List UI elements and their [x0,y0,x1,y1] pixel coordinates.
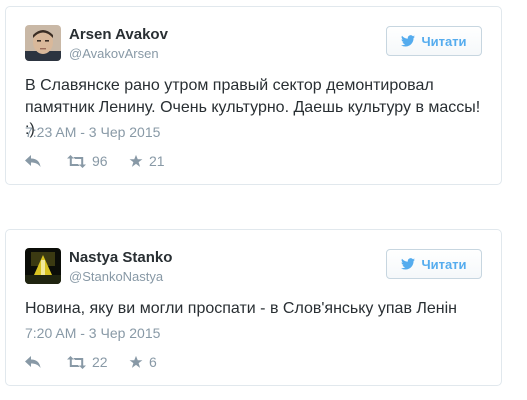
tweet-text: Новина, яку ви могли проспати - в Слов'я… [25,300,458,317]
author-name[interactable]: Nastya Stanko [69,249,172,266]
follow-button[interactable]: Читати [386,249,482,279]
retweet-icon [67,154,86,168]
twitter-bird-icon [401,35,416,47]
reply-arrow-icon [25,355,41,369]
twitter-bird-icon [401,258,416,270]
author-name[interactable]: Arsen Avakov [69,26,168,43]
avatar[interactable] [25,248,61,284]
reply-arrow-icon [25,154,41,168]
reply-button[interactable] [25,355,55,369]
tweet-card: Nastya Stanko @StankoNastya Читати Новин… [5,229,502,386]
follow-label: Читати [421,33,467,49]
tweet-actions: 96 21 [25,153,165,169]
retweet-count: 96 [92,153,108,169]
retweet-icon [67,355,86,369]
tweet-date[interactable]: 7:23 AM - 3 Чер 2015 [25,124,160,140]
tweet-actions: 22 6 [25,354,157,370]
favorite-button[interactable]: 21 [129,153,165,169]
favorite-button[interactable]: 6 [129,354,157,370]
star-icon [129,154,143,168]
favorite-count: 6 [149,354,157,370]
follow-button[interactable]: Читати [386,26,482,56]
retweet-count: 22 [92,354,108,370]
author-handle[interactable]: @AvakovArsen [69,46,159,61]
reply-button[interactable] [25,154,55,168]
retweet-button[interactable]: 96 [67,153,129,169]
retweet-button[interactable]: 22 [67,354,129,370]
tweet-date[interactable]: 7:20 AM - 3 Чер 2015 [25,325,160,341]
star-icon [129,355,143,369]
avatar[interactable] [25,25,61,61]
tweet-card: Arsen Avakov @AvakovArsen Читати В Славя… [5,6,502,185]
follow-label: Читати [421,256,467,272]
author-handle[interactable]: @StankoNastya [69,269,163,284]
favorite-count: 21 [149,153,165,169]
